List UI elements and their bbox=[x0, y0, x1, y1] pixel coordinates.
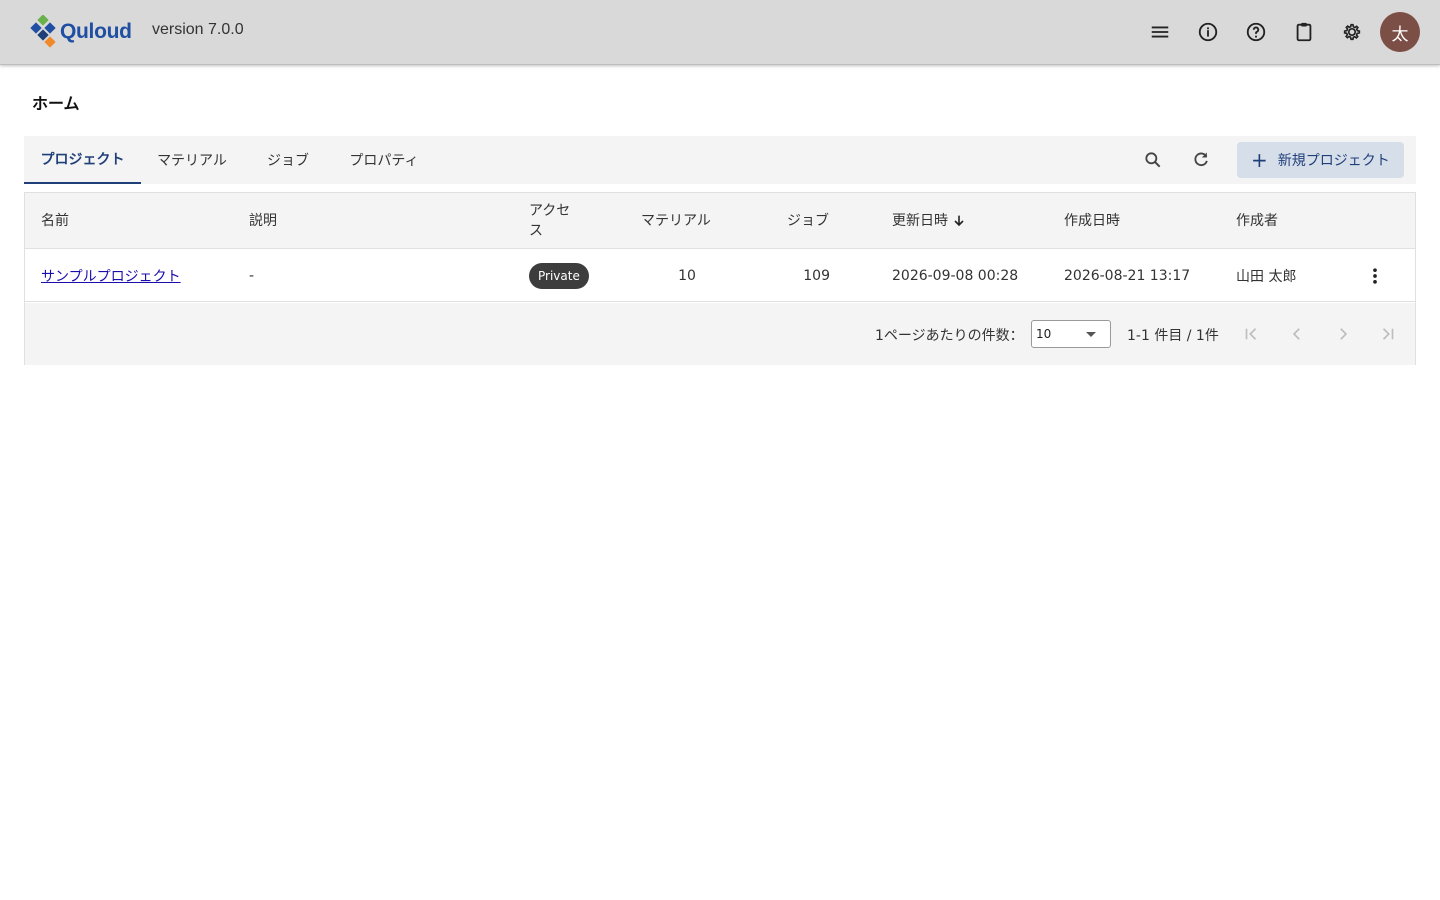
projects-table: 名前 説明 アクセ ス マテリアル ジョブ 更新日時 作成日時 作成者 サンプル… bbox=[24, 192, 1416, 365]
pagination-range: 1-1 件目 / 1件 bbox=[1127, 328, 1219, 344]
column-header-creator[interactable]: 作成者 bbox=[1236, 211, 1278, 231]
table-pagination: 1ページあたりの件数： 10 1-1 件目 / 1件 bbox=[25, 303, 1415, 365]
previous-page-icon[interactable] bbox=[1285, 322, 1309, 346]
column-header-access[interactable]: アクセ ス bbox=[529, 201, 570, 241]
rows-per-page-value: 10 bbox=[1036, 327, 1052, 341]
logo-mark-icon bbox=[30, 15, 56, 48]
dropdown-caret-icon bbox=[1086, 332, 1096, 337]
tab-materials[interactable]: マテリアル bbox=[141, 136, 243, 184]
column-header-description[interactable]: 説明 bbox=[249, 211, 277, 231]
column-header-name[interactable]: 名前 bbox=[41, 211, 69, 231]
table-row: サンプルプロジェクト - Private 10 109 2026-09-08 0… bbox=[25, 249, 1415, 302]
column-header-jobs[interactable]: ジョブ bbox=[787, 211, 829, 231]
column-header-updated-label: 更新日時 bbox=[892, 213, 948, 229]
tab-properties[interactable]: プロパティ bbox=[333, 136, 435, 184]
sort-descending-icon bbox=[954, 215, 964, 227]
logo-text: Quloud bbox=[60, 20, 132, 43]
project-updated-date: 2026-09-08 00:28 bbox=[892, 267, 1019, 284]
access-badge: Private bbox=[529, 262, 589, 289]
rows-per-page-select[interactable]: 10 bbox=[1031, 320, 1111, 348]
new-project-label: 新規プロジェクト bbox=[1277, 153, 1390, 169]
next-page-icon[interactable] bbox=[1331, 322, 1355, 346]
page-title: ホーム bbox=[32, 94, 80, 113]
user-avatar[interactable]: 太 bbox=[1380, 12, 1420, 52]
version-label: version 7.0.0 bbox=[152, 21, 244, 38]
row-more-vert-icon[interactable] bbox=[1363, 249, 1387, 302]
column-header-updated[interactable]: 更新日時 bbox=[892, 211, 967, 231]
column-header-access-line2: ス bbox=[529, 223, 543, 239]
column-header-access-line1: アクセ bbox=[529, 203, 571, 219]
new-project-button[interactable]: + 新規プロジェクト bbox=[1237, 142, 1404, 178]
rows-per-page-label: 1ページあたりの件数： bbox=[875, 328, 1024, 344]
project-description: - bbox=[249, 267, 255, 284]
column-header-created[interactable]: 作成日時 bbox=[1064, 211, 1120, 231]
column-header-materials[interactable]: マテリアル bbox=[641, 211, 711, 231]
table-header: 名前 説明 アクセ ス マテリアル ジョブ 更新日時 作成日時 作成者 bbox=[25, 193, 1415, 249]
project-materials-count: 10 bbox=[678, 267, 696, 284]
tab-bar: プロジェクト マテリアル ジョブ プロパティ + 新規プロジェクト bbox=[24, 136, 1416, 184]
info-icon[interactable] bbox=[1194, 18, 1222, 46]
help-icon[interactable] bbox=[1242, 18, 1270, 46]
project-creator: 山田 太郎 bbox=[1236, 268, 1297, 285]
tab-projects[interactable]: プロジェクト bbox=[24, 136, 141, 184]
settings-gear-icon[interactable] bbox=[1338, 18, 1366, 46]
project-jobs-count: 109 bbox=[803, 267, 830, 284]
app-logo[interactable]: Quloud bbox=[30, 14, 132, 50]
first-page-icon[interactable] bbox=[1239, 322, 1263, 346]
clipboard-icon[interactable] bbox=[1290, 18, 1318, 46]
menu-icon[interactable] bbox=[1146, 18, 1174, 46]
tab-jobs[interactable]: ジョブ bbox=[243, 136, 333, 184]
project-created-date: 2026-08-21 13:17 bbox=[1064, 267, 1191, 284]
last-page-icon[interactable] bbox=[1376, 322, 1400, 346]
search-icon[interactable] bbox=[1141, 148, 1165, 172]
project-name-link[interactable]: サンプルプロジェクト bbox=[41, 266, 181, 286]
refresh-icon[interactable] bbox=[1189, 148, 1213, 172]
app-header: Quloud version 7.0.0 太 bbox=[0, 0, 1440, 65]
plus-icon: + bbox=[1251, 148, 1268, 172]
